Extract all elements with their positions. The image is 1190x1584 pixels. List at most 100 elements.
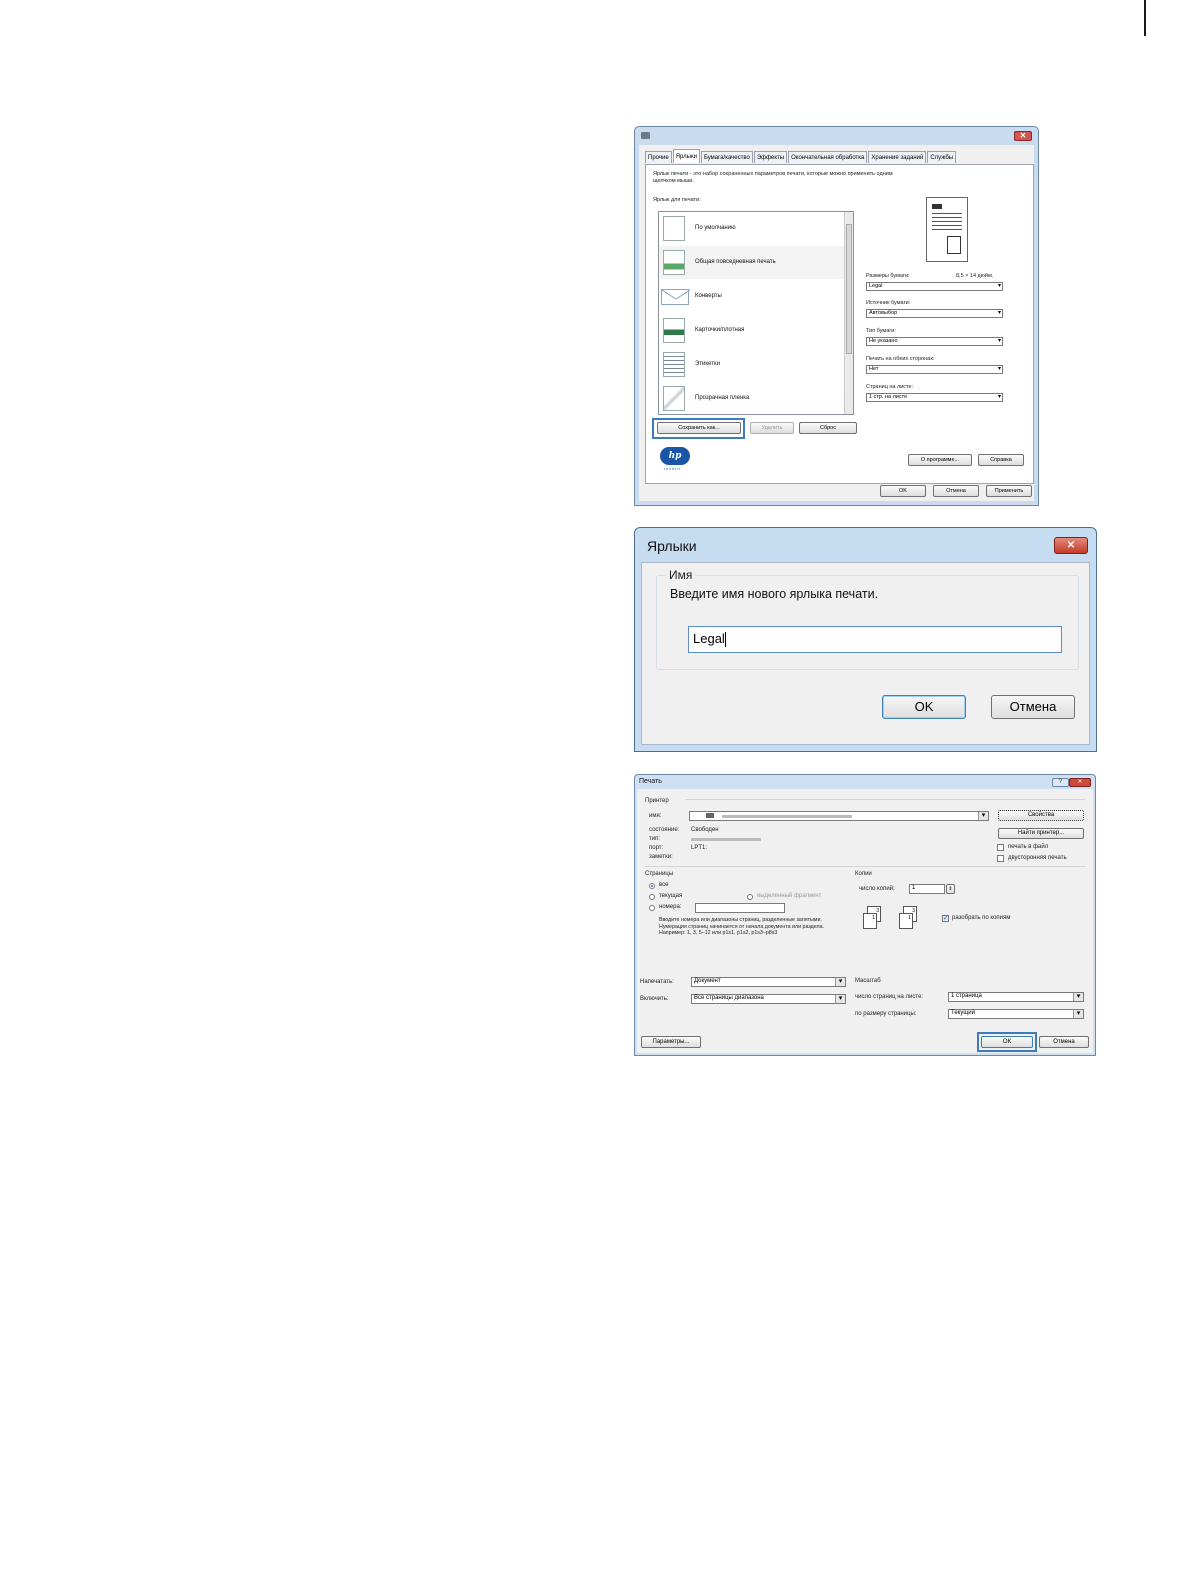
apply-button[interactable]: Применить [986, 485, 1032, 497]
scale-to-paper-label: по размеру страницы: [855, 1011, 917, 1017]
properties-button[interactable]: Свойства [998, 810, 1084, 821]
duplex-checkbox[interactable] [997, 855, 1004, 862]
shortcut-label: Конверты [695, 293, 722, 299]
cardstock-icon [663, 318, 685, 343]
tab-other[interactable]: Прочие [645, 151, 672, 163]
page-edge-rule [1144, 0, 1146, 36]
tab-effects[interactable]: Эффекты [753, 151, 788, 163]
copy-stack-icon: 1 [899, 913, 913, 929]
options-button[interactable]: Параметры... [641, 1036, 701, 1048]
all-pages-label: все [659, 882, 669, 888]
duplex-label: двусторонняя печать [1008, 855, 1067, 861]
printer-icon [641, 132, 650, 139]
hp-logo: hp [660, 447, 690, 465]
reset-button[interactable]: Сброс [799, 422, 857, 434]
printer-group-label: Принтер [645, 798, 669, 804]
shortcut-name-input[interactable]: Legal [688, 626, 1062, 653]
ok-button[interactable]: OK [880, 485, 926, 497]
about-button[interactable]: О программе... [908, 454, 972, 466]
scrollbar-thumb[interactable] [846, 224, 852, 354]
delete-button[interactable]: Удалить [750, 422, 794, 434]
pages-per-sheet-label: число страниц на листе: [855, 994, 924, 1000]
find-printer-button[interactable]: Найти принтер... [998, 828, 1084, 839]
help-button[interactable]: Справка [978, 454, 1024, 466]
shortcut-item-transparency[interactable]: Прозрачная пленка [659, 382, 845, 414]
collate-checkbox[interactable] [942, 914, 949, 922]
current-page-radio[interactable] [649, 894, 655, 900]
page-range-input[interactable] [695, 903, 785, 913]
copies-input[interactable]: 1 [909, 884, 945, 894]
help-icon[interactable]: ? [1052, 778, 1069, 787]
port-label: порт: [649, 845, 664, 851]
copies-label: число копий: [859, 886, 895, 892]
dialog-body: Принтер имя: Свойства состояние: Свободе… [637, 789, 1093, 1053]
envelope-icon [661, 289, 691, 305]
port-value: LPT1: [691, 845, 708, 851]
type-label: тип: [649, 836, 661, 842]
cancel-button[interactable]: Отмена [991, 695, 1075, 719]
status-label: состояние: [649, 827, 680, 833]
shortcuts-description: Ярлык печати - это набор сохраненных пар… [653, 171, 893, 184]
shortcut-item-default[interactable]: По умолчанию [659, 212, 845, 245]
cancel-button[interactable]: Отмена [933, 485, 979, 497]
paper-size-dimensions: 8,5 × 14 дюйм. [956, 273, 994, 279]
print-to-file-checkbox[interactable] [997, 844, 1004, 851]
shortcut-label: Карточки/плотная [695, 327, 745, 333]
duplex-select[interactable]: Нет [866, 365, 1003, 374]
close-button[interactable]: ✕ [1014, 131, 1032, 141]
save-as-button[interactable]: Сохранить как... [657, 422, 741, 434]
shortcut-list[interactable]: По умолчанию Общая повседневная печать К… [658, 211, 854, 415]
page-range-label: номера: [659, 904, 682, 910]
shortcut-label: Общая повседневная печать [695, 259, 776, 265]
include-label: Включить: [640, 996, 669, 1002]
pages-per-sheet-select[interactable]: 1 страница [948, 992, 1084, 1002]
print-to-file-label: печать в файл [1008, 844, 1049, 850]
status-value: Свободен [691, 827, 719, 833]
close-button[interactable]: ✕ [1069, 778, 1091, 787]
shortcut-item-envelopes[interactable]: Конверты [659, 280, 845, 313]
tab-finishing[interactable]: Окончательная обработка [788, 151, 868, 163]
tab-job-storage[interactable]: Хранение заданий [868, 151, 927, 163]
printer-name-redacted [721, 814, 852, 818]
hp-tagline: invent [664, 466, 681, 471]
paper-type-select[interactable]: Не указано [866, 337, 1003, 346]
include-select[interactable]: Все страницы диапазона [691, 994, 846, 1004]
pages-per-sheet-select[interactable]: 1 стр. на листе [866, 393, 1003, 402]
shortcut-label: Этикетки [695, 361, 720, 367]
paper-size-select[interactable]: Legal [866, 282, 1003, 291]
dialog-title: Печать [639, 778, 662, 785]
paper-source-select[interactable]: Автовыбор [866, 309, 1003, 318]
tab-services[interactable]: Службы [927, 151, 957, 163]
copies-spinner[interactable]: ⇕ [946, 884, 955, 894]
close-button[interactable]: ✕ [1054, 537, 1088, 554]
notes-label: заметки: [649, 854, 673, 860]
ok-button[interactable]: OK [882, 695, 966, 719]
transparency-icon [663, 386, 685, 411]
shortcut-name-dialog: Ярлыки ✕ Имя Введите имя нового ярлыка п… [634, 527, 1097, 752]
shortcut-item-cardstock[interactable]: Карточки/плотная [659, 314, 845, 347]
all-pages-radio[interactable] [649, 883, 655, 889]
printer-name-select[interactable] [689, 811, 989, 821]
photo-page-icon [663, 250, 685, 275]
scale-to-paper-select[interactable]: Текущий [948, 1009, 1084, 1019]
cancel-button[interactable]: Отмена [1039, 1036, 1089, 1048]
tab-paper-quality[interactable]: Бумага/качество [700, 151, 753, 163]
shortcut-label: По умолчанию [695, 225, 736, 231]
title-bar: ✕ [635, 127, 1038, 145]
shortcut-item-labels[interactable]: Этикетки [659, 348, 845, 381]
shortcut-list-scrollbar[interactable] [844, 212, 853, 414]
name-prompt: Введите имя нового ярлыка печати. [670, 587, 879, 601]
pages-group-label: Страницы [645, 871, 674, 877]
page-range-radio[interactable] [649, 905, 655, 911]
printer-icon [706, 813, 714, 818]
print-what-select[interactable]: Документ [691, 977, 846, 987]
pages-per-sheet-label: Страниц на листе: [866, 384, 914, 390]
type-value-redacted [691, 838, 761, 841]
shortcut-item-everyday[interactable]: Общая повседневная печать [659, 246, 845, 279]
dialog-title: Ярлыки [647, 538, 697, 554]
copy-stack-icon: 1 [863, 913, 877, 929]
tab-shortcuts[interactable]: Ярлыки [672, 149, 700, 163]
selection-radio [747, 894, 753, 900]
name-group-label: Имя [666, 568, 696, 582]
ok-button[interactable]: ОК [981, 1036, 1033, 1048]
